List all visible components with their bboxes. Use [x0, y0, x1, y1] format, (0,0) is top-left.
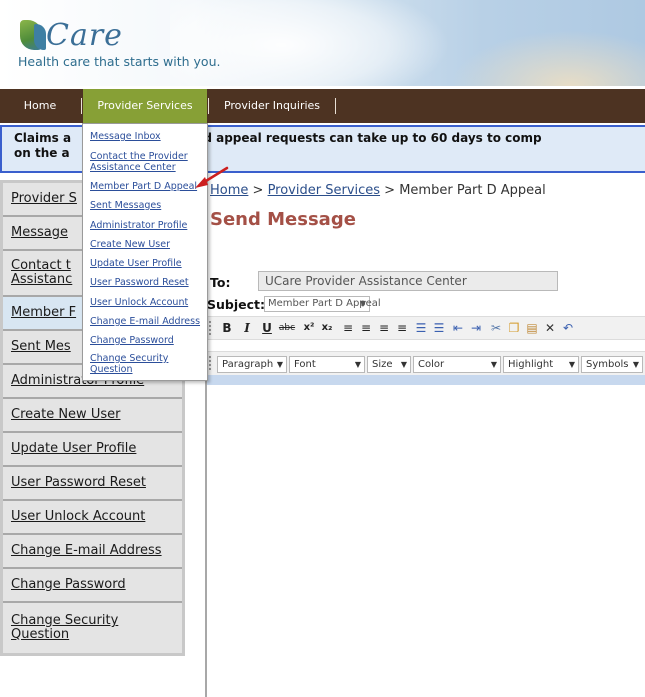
chevron-down-icon: ▼ — [400, 360, 407, 369]
copy-icon[interactable]: ❐ — [506, 319, 522, 337]
sidebar-item-user-unlock-account[interactable]: User Unlock Account — [3, 501, 182, 535]
editor-body-edge[interactable] — [207, 375, 645, 385]
main-nav: Home Provider Services Provider Inquirie… — [0, 89, 645, 123]
dropdown-item-change-email[interactable]: Change E-mail Address — [90, 316, 206, 327]
nav-home[interactable]: Home — [0, 89, 80, 123]
superscript-button[interactable]: x² — [301, 319, 317, 337]
site-header: Care Health care that starts with you. — [0, 0, 645, 86]
sidebar-item-update-user-profile[interactable]: Update User Profile — [3, 433, 182, 467]
dropdown-item-message-inbox[interactable]: Message Inbox — [90, 131, 206, 142]
dropdown-item-create-new-user[interactable]: Create New User — [90, 239, 206, 250]
tagline: Health care that starts with you. — [18, 54, 221, 69]
symbols-select-label: Symbols — [586, 359, 629, 370]
align-center-button[interactable]: ≡ — [358, 319, 374, 337]
size-select-label: Size — [372, 359, 393, 370]
size-select[interactable]: Size ▼ — [367, 356, 411, 373]
header-sun-decoration — [450, 30, 645, 86]
paste-icon[interactable]: ▤ — [524, 319, 540, 337]
ordered-list-button[interactable]: ☰ — [431, 319, 447, 337]
chevron-down-icon: ▼ — [354, 360, 361, 369]
page-title: Send Message — [210, 209, 356, 230]
sidebar-item-create-new-user[interactable]: Create New User — [3, 399, 182, 433]
subject-select[interactable]: Member Part D Appeal ▼ — [264, 296, 381, 312]
paragraph-select-label: Paragraph — [222, 359, 274, 370]
symbols-select[interactable]: Symbols ▼ — [581, 356, 643, 373]
dropdown-item-user-unlock-account[interactable]: User Unlock Account — [90, 297, 206, 308]
nav-separator — [81, 98, 82, 114]
sidebar-item-user-password-reset[interactable]: User Password Reset — [3, 467, 182, 501]
sidebar-item-change-password[interactable]: Change Password — [3, 569, 182, 603]
italic-button[interactable]: I — [239, 319, 255, 337]
dropdown-item-sent-messages[interactable]: Sent Messages — [90, 200, 206, 211]
logo-text: Care — [46, 18, 123, 53]
nav-separator — [208, 98, 209, 114]
nav-separator — [335, 98, 336, 114]
highlight-select[interactable]: Highlight ▼ — [503, 356, 579, 373]
breadcrumb-current: Member Part D Appeal — [399, 183, 546, 198]
subject-label: Subject: — [207, 297, 265, 312]
nav-provider-services[interactable]: Provider Services — [83, 89, 207, 123]
logo-leaf-icon-2 — [34, 24, 46, 50]
indent-button[interactable]: ⇥ — [468, 319, 484, 337]
breadcrumb-sep: > — [380, 183, 400, 198]
dropdown-item-change-security-question[interactable]: Change Security Question — [90, 353, 206, 375]
align-left-button[interactable]: ≡ — [340, 319, 356, 337]
to-label: To: — [210, 275, 231, 290]
chevron-down-icon: ▼ — [359, 299, 366, 308]
chevron-down-icon: ▼ — [490, 360, 497, 369]
justify-button[interactable]: ≡ — [394, 319, 410, 337]
chevron-down-icon: ▼ — [632, 360, 639, 369]
breadcrumb-provider-services[interactable]: Provider Services — [268, 183, 380, 198]
font-select[interactable]: Font ▼ — [289, 356, 365, 373]
color-select-label: Color — [418, 359, 445, 370]
dropdown-item-member-part-d-appeal[interactable]: Member Part D Appeal — [90, 181, 206, 192]
editor-toolbar-styles: Paragraph ▼ Font ▼ Size ▼ Color ▼ Highli… — [207, 351, 645, 375]
chevron-down-icon: ▼ — [568, 360, 575, 369]
outdent-button[interactable]: ⇤ — [450, 319, 466, 337]
toolbar-grip-icon — [209, 321, 211, 335]
sidebar-item-change-email[interactable]: Change E-mail Address — [3, 535, 182, 569]
delete-icon[interactable]: ✕ — [542, 319, 558, 337]
bold-button[interactable]: B — [219, 319, 235, 337]
dropdown-item-update-user-profile[interactable]: Update User Profile — [90, 258, 206, 269]
font-select-label: Font — [294, 359, 316, 370]
cut-icon[interactable]: ✂ — [488, 319, 504, 337]
underline-button[interactable]: U — [259, 319, 275, 337]
editor-toolbar-formatting: B I U abc x² x₂ ≡ ≡ ≡ ≡ ☰ ☰ ⇤ ⇥ ✂ ❐ ▤ ✕ … — [207, 316, 645, 340]
nav-provider-inquiries[interactable]: Provider Inquiries — [210, 89, 334, 123]
dropdown-item-user-password-reset[interactable]: User Password Reset — [90, 277, 206, 288]
color-select[interactable]: Color ▼ — [413, 356, 501, 373]
undo-icon[interactable]: ↶ — [560, 319, 576, 337]
annotation-arrow-icon — [195, 166, 229, 188]
unordered-list-button[interactable]: ☰ — [413, 319, 429, 337]
ucare-logo[interactable]: Care — [18, 18, 138, 53]
dropdown-item-administrator-profile[interactable]: Administrator Profile — [90, 220, 206, 231]
strikethrough-button[interactable]: abc — [277, 319, 297, 337]
provider-services-dropdown: Message Inbox Contact the Provider Assis… — [82, 123, 208, 381]
subscript-button[interactable]: x₂ — [319, 319, 335, 337]
toolbar-grip-icon — [209, 356, 211, 370]
sidebar-item-change-security-question[interactable]: Change Security Question — [3, 603, 182, 653]
dropdown-item-change-password[interactable]: Change Password — [90, 335, 206, 346]
dropdown-item-contact-assistance[interactable]: Contact the Provider Assistance Center — [90, 151, 206, 173]
chevron-down-icon: ▼ — [276, 360, 283, 369]
align-right-button[interactable]: ≡ — [376, 319, 392, 337]
paragraph-select[interactable]: Paragraph ▼ — [217, 356, 287, 373]
highlight-select-label: Highlight — [508, 359, 554, 370]
breadcrumb-sep: > — [248, 183, 268, 198]
breadcrumb: Home > Provider Services > Member Part D… — [210, 183, 546, 198]
header-cloud-decoration — [170, 0, 450, 86]
to-field: UCare Provider Assistance Center — [258, 271, 558, 291]
